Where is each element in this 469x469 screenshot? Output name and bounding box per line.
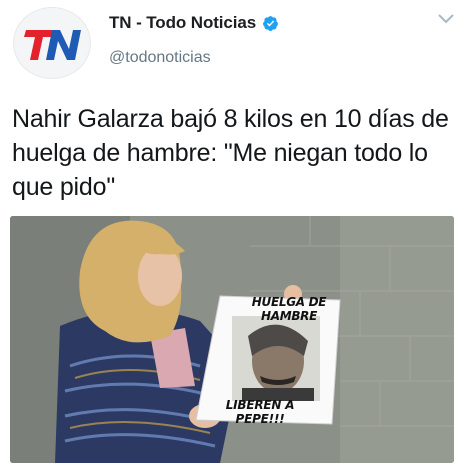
chevron-down-icon[interactable] bbox=[437, 12, 455, 26]
tweet-card: TN - Todo Noticias @todonoticias Nahir G… bbox=[0, 0, 469, 469]
account-handle[interactable]: @todonoticias bbox=[109, 49, 211, 67]
tweet-text: Nahir Galarza bajó 8 kilos en 10 días de… bbox=[12, 105, 449, 201]
sign-headline: HUELGA DE HAMBRE bbox=[251, 295, 327, 323]
verified-badge-icon bbox=[263, 15, 279, 31]
tn-logo bbox=[24, 30, 81, 60]
tweet-header: TN - Todo Noticias @todonoticias bbox=[0, 0, 469, 86]
sign-caption: LIBEREN A PEPE!!! bbox=[225, 398, 295, 426]
account-avatar[interactable] bbox=[13, 7, 91, 79]
name-row: TN - Todo Noticias bbox=[109, 11, 279, 35]
account-display-name[interactable]: TN - Todo Noticias bbox=[109, 13, 256, 33]
